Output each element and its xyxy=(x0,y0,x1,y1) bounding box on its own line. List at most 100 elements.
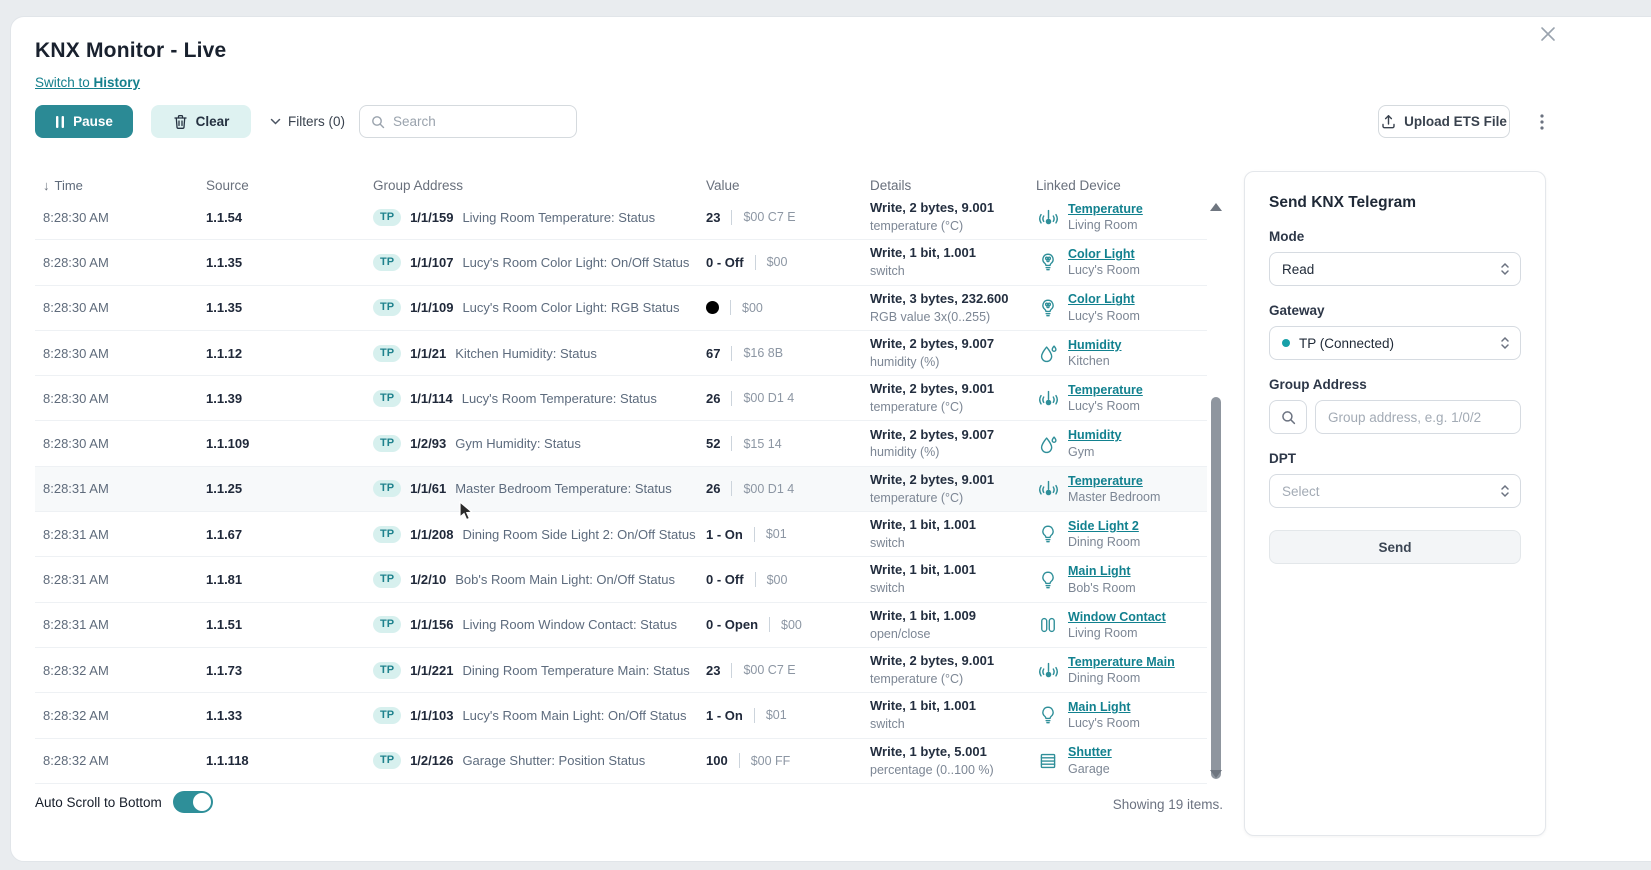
switch-to-history-link[interactable]: Switch to History xyxy=(35,75,140,90)
detail-dpt: Write, 2 bytes, 9.001 xyxy=(870,200,1036,217)
device-link[interactable]: Shutter xyxy=(1068,744,1112,760)
device-link[interactable]: Humidity xyxy=(1068,337,1121,353)
table-row: 8:28:31 AM 1.1.67 TP 1/1/208 Dining Room… xyxy=(35,512,1207,557)
table-body: 8:28:30 AM 1.1.54 TP 1/1/159 Living Room… xyxy=(35,195,1207,784)
send-button[interactable]: Send xyxy=(1269,530,1521,564)
detail-type: switch xyxy=(870,535,1036,551)
upload-ets-label: Upload ETS File xyxy=(1404,114,1507,129)
table-row: 8:28:30 AM 1.1.35 TP 1/1/109 Lucy's Room… xyxy=(35,286,1207,331)
detail-dpt: Write, 2 bytes, 9.001 xyxy=(870,381,1036,398)
row-hex-value: $00 C7 E xyxy=(743,210,795,224)
scrollbar-thumb[interactable] xyxy=(1211,397,1221,779)
medium-badge: TP xyxy=(373,254,401,271)
detail-dpt: Write, 1 byte, 5.001 xyxy=(870,744,1036,761)
gateway-select[interactable]: TP (Connected) xyxy=(1269,326,1521,360)
row-hex-value: $00 xyxy=(767,573,788,587)
medium-badge: TP xyxy=(373,616,401,633)
detail-type: switch xyxy=(870,716,1036,732)
detail-type: temperature (°C) xyxy=(870,671,1036,687)
group-address-name: Dining Room Side Light 2: On/Off Status xyxy=(462,527,695,542)
row-source: 1.1.51 xyxy=(206,617,373,632)
table-row: 8:28:31 AM 1.1.25 TP 1/1/61 Master Bedro… xyxy=(35,467,1207,512)
value-swatch xyxy=(706,301,719,314)
dpt-value: Select xyxy=(1282,484,1320,499)
group-address-name: Living Room Temperature: Status xyxy=(462,210,655,225)
row-source: 1.1.39 xyxy=(206,391,373,406)
table-row: 8:28:30 AM 1.1.109 TP 1/2/93 Gym Humidit… xyxy=(35,421,1207,466)
device-link[interactable]: Color Light xyxy=(1068,246,1140,262)
column-header-source[interactable]: Source xyxy=(206,178,373,193)
group-address: 1/1/221 xyxy=(410,663,453,678)
device-link[interactable]: Side Light 2 xyxy=(1068,518,1140,534)
row-source: 1.1.25 xyxy=(206,481,373,496)
column-header-linked-device[interactable]: Linked Device xyxy=(1036,178,1207,193)
device-link[interactable]: Main Light xyxy=(1068,699,1140,715)
close-icon[interactable] xyxy=(1531,17,1565,51)
column-header-time[interactable]: ↓ Time xyxy=(35,178,206,193)
select-chevrons-icon xyxy=(1499,262,1511,276)
column-header-details[interactable]: Details xyxy=(870,178,1036,193)
table-row: 8:28:30 AM 1.1.54 TP 1/1/159 Living Room… xyxy=(35,195,1207,240)
scrollbar-down-arrow[interactable] xyxy=(1210,770,1222,778)
dpt-select[interactable]: Select xyxy=(1269,474,1521,508)
mode-select[interactable]: Read xyxy=(1269,252,1521,286)
row-value: 0 - Off xyxy=(706,572,744,587)
column-header-group-address[interactable]: Group Address xyxy=(373,178,706,193)
connected-dot-icon xyxy=(1282,339,1290,347)
gateway-value: TP (Connected) xyxy=(1299,336,1394,351)
device-room: Living Room xyxy=(1068,217,1143,233)
filters-dropdown[interactable]: Filters (0) xyxy=(269,105,345,138)
device-link[interactable]: Main Light xyxy=(1068,563,1136,579)
group-address-search-button[interactable] xyxy=(1269,400,1307,434)
column-header-value[interactable]: Value xyxy=(706,178,870,193)
temperature-icon xyxy=(1036,386,1060,410)
row-time: 8:28:31 AM xyxy=(35,527,206,542)
detail-dpt: Write, 1 bit, 1.001 xyxy=(870,562,1036,579)
row-hex-value: $01 xyxy=(766,527,787,541)
group-address-name: Living Room Window Contact: Status xyxy=(462,617,677,632)
clear-button-label: Clear xyxy=(196,114,230,129)
table-row: 8:28:31 AM 1.1.81 TP 1/2/10 Bob's Room M… xyxy=(35,557,1207,602)
device-room: Gym xyxy=(1068,444,1121,460)
row-source: 1.1.81 xyxy=(206,572,373,587)
knx-monitor-modal: KNX Monitor - Live Switch to History Pau… xyxy=(10,16,1651,862)
medium-badge: TP xyxy=(373,707,401,724)
upload-ets-button[interactable]: Upload ETS File xyxy=(1378,105,1510,138)
medium-badge: TP xyxy=(373,480,401,497)
table-row: 8:28:30 AM 1.1.12 TP 1/1/21 Kitchen Humi… xyxy=(35,331,1207,376)
clear-button[interactable]: Clear xyxy=(151,105,251,138)
value-divider xyxy=(730,300,731,315)
kebab-menu-icon[interactable] xyxy=(1529,109,1555,135)
group-address-name: Dining Room Temperature Main: Status xyxy=(462,663,689,678)
row-time: 8:28:31 AM xyxy=(35,572,206,587)
value-divider xyxy=(731,391,732,406)
device-link[interactable]: Temperature xyxy=(1068,201,1143,217)
group-address-input[interactable] xyxy=(1315,400,1521,434)
row-value: 52 xyxy=(706,436,720,451)
row-time: 8:28:32 AM xyxy=(35,663,206,678)
device-link[interactable]: Humidity xyxy=(1068,427,1121,443)
pause-button[interactable]: Pause xyxy=(35,105,133,138)
device-room: Lucy's Room xyxy=(1068,398,1143,414)
switch-link-target: History xyxy=(94,75,141,90)
page-title: KNX Monitor - Live xyxy=(35,39,226,63)
device-link[interactable]: Color Light xyxy=(1068,291,1140,307)
device-room: Garage xyxy=(1068,761,1112,777)
scrollbar-up-arrow[interactable] xyxy=(1210,203,1222,211)
detail-dpt: Write, 2 bytes, 9.007 xyxy=(870,427,1036,444)
row-time: 8:28:31 AM xyxy=(35,481,206,496)
detail-type: RGB value 3x(0..255) xyxy=(870,309,1036,325)
send-telegram-panel: Send KNX Telegram Mode Read Gateway TP (… xyxy=(1244,171,1546,836)
device-link[interactable]: Temperature Main xyxy=(1068,654,1175,670)
row-hex-value: $00 C7 E xyxy=(743,663,795,677)
device-room: Lucy's Room xyxy=(1068,262,1140,278)
device-link[interactable]: Window Contact xyxy=(1068,609,1166,625)
detail-dpt: Write, 1 bit, 1.001 xyxy=(870,698,1036,715)
device-link[interactable]: Temperature xyxy=(1068,382,1143,398)
upload-icon xyxy=(1381,114,1396,129)
detail-dpt: Write, 2 bytes, 9.001 xyxy=(870,472,1036,489)
device-link[interactable]: Temperature xyxy=(1068,473,1160,489)
search-input[interactable] xyxy=(393,114,565,129)
medium-badge: TP xyxy=(373,571,401,588)
light-icon xyxy=(1036,703,1060,727)
